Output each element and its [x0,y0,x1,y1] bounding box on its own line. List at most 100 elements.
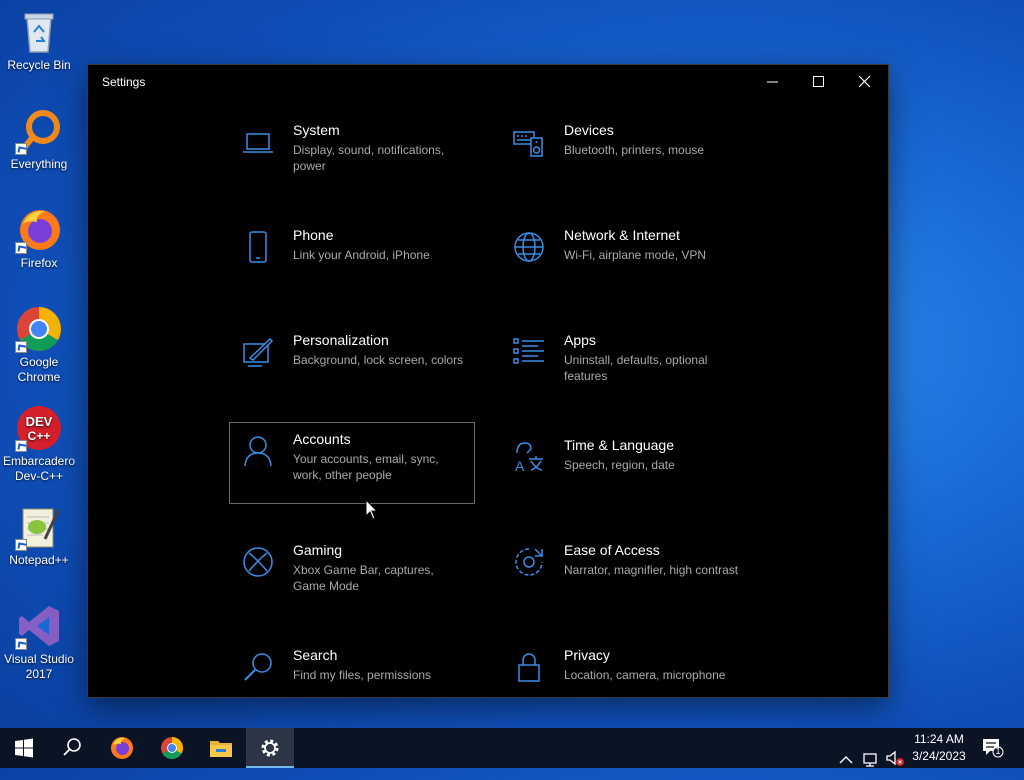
firefox-icon [15,206,63,254]
taskbar-firefox[interactable] [98,728,146,768]
firefox-icon [111,737,133,759]
devcpp-icon: DEV C++ [15,404,63,452]
tile-description: Xbox Game Bar, captures, Game Mode [293,563,434,593]
tile-description: Uninstall, defaults, optional features [564,353,708,383]
settings-tile-accounts[interactable]: Accounts Your accounts, email, sync, wor… [229,422,475,504]
maximize-button[interactable] [796,65,842,99]
taskbar: 11:24 AM 3/24/2023 1 [0,728,1024,768]
desktop-icon-label: Notepad++ [9,553,69,567]
tile-title: Privacy [564,647,610,663]
desktop-icon-chrome[interactable]: Google Chrome [2,305,76,385]
mouse-cursor [365,499,379,520]
recycle-bin-icon [15,8,63,56]
desktop-icon-everything[interactable]: Everything [2,107,76,172]
desktop-icon-label: Embarcadero Dev-C++ [2,454,76,483]
desktop-icon-notepadpp[interactable]: Notepad++ [2,503,76,568]
svg-text:DEV: DEV [26,414,53,429]
tile-description: Wi-Fi, airplane mode, VPN [564,248,707,262]
desktop-icon-visual-studio[interactable]: Visual Studio 2017 [2,602,76,682]
visual-studio-icon [15,602,63,650]
settings-gear-icon [261,739,279,757]
globe-icon [514,232,544,262]
apps-list-icon [513,338,544,364]
tile-title: Phone [293,227,334,243]
desktop-icon-devcpp[interactable]: DEV C++ Embarcadero Dev-C++ [2,404,76,484]
network-icon[interactable] [862,740,880,780]
tile-title: System [293,122,340,138]
taskbar-chrome[interactable] [148,728,196,768]
settings-tile-system[interactable]: System Display, sound, notifications, po… [229,113,475,195]
notepadpp-icon [15,503,63,551]
laptop-icon [243,133,273,153]
settings-tile-ease-of-access[interactable]: Ease of Access Narrator, magnifier, high… [500,533,746,615]
person-icon [244,436,272,467]
xbox-icon [243,547,273,577]
settings-tile-gaming[interactable]: Gaming Xbox Game Bar, captures, Game Mod… [229,533,475,615]
search-icon [244,653,272,681]
taskbar-file-explorer[interactable] [197,728,245,768]
settings-tile-phone[interactable]: Phone Link your Android, iPhone [229,218,475,300]
settings-window: Settings System Display, sound, notifica… [88,65,888,697]
title-bar[interactable]: Settings [88,65,888,99]
desktop-icon-label: Visual Studio 2017 [4,652,74,681]
tile-description: Location, camera, microphone [564,668,726,682]
start-button[interactable] [0,728,48,768]
chrome-icon [15,305,63,353]
search-icon [63,738,81,756]
phone-icon [249,231,267,263]
maximize-icon [813,76,824,87]
close-icon [859,76,871,88]
tile-title: Devices [564,122,614,138]
time-language-icon: A [515,442,543,473]
settings-tile-network[interactable]: Network & Internet Wi-Fi, airplane mode,… [500,218,746,300]
clock-date: 3/24/2023 [912,749,966,763]
tile-description: Background, lock screen, colors [293,353,464,367]
tile-description: Display, sound, notifications, power [293,143,445,173]
settings-tile-privacy[interactable]: Privacy Location, camera, microphone [500,638,746,720]
desktop-icon-recycle-bin[interactable]: Recycle Bin [2,8,76,73]
minimize-icon [767,81,778,83]
tile-title: Ease of Access [564,542,660,558]
tile-title: Search [293,647,338,663]
keyboard-speaker-icon [513,131,543,157]
volume-muted-icon[interactable] [885,739,905,779]
settings-tile-personalization[interactable]: Personalization Background, lock screen,… [229,323,475,405]
file-explorer-icon [210,741,232,757]
lock-icon [518,653,540,682]
tile-description: Speech, region, date [564,458,675,472]
paint-icon [243,337,274,367]
tile-description: Find my files, permissions [293,668,432,682]
taskbar-search-button[interactable] [48,728,96,768]
svg-text:C++: C++ [28,429,51,443]
ease-of-access-icon [515,548,543,576]
settings-tile-time-language[interactable]: A Time & Language Speech, region, date [500,428,746,510]
tile-title: Time & Language [564,437,674,453]
everything-search-icon [15,107,63,155]
close-button[interactable] [842,65,888,99]
desktop-icon-label: Google Chrome [17,355,61,384]
window-title: Settings [102,75,146,89]
tile-title: Gaming [293,542,343,558]
tile-description: Your accounts, email, sync, work, other … [293,452,439,482]
svg-text:A: A [515,458,525,473]
tile-title: Accounts [293,431,351,447]
action-center-button[interactable]: 1 [982,738,1004,758]
tile-title: Personalization [293,332,389,348]
show-hidden-icons-chevron-icon[interactable] [838,740,854,780]
minimize-button[interactable] [750,65,796,99]
chrome-icon [161,737,183,759]
tile-title: Apps [564,332,596,348]
desktop-icon-label: Firefox [20,256,58,270]
start-icon [15,738,33,758]
desktop-icon-firefox[interactable]: Firefox [2,206,76,271]
tile-description: Link your Android, iPhone [293,248,430,262]
tile-description: Narrator, magnifier, high contrast [564,563,739,577]
settings-tile-devices[interactable]: Devices Bluetooth, printers, mouse [500,113,746,195]
desktop-icon-label: Everything [10,157,68,171]
settings-tile-search[interactable]: Search Find my files, permissions [229,638,475,720]
taskbar-settings[interactable] [246,728,294,768]
tile-description: Bluetooth, printers, mouse [564,143,705,157]
desktop-icon-label: Recycle Bin [7,58,71,72]
taskbar-clock[interactable]: 11:24 AM 3/24/2023 [905,731,973,765]
settings-tile-apps[interactable]: Apps Uninstall, defaults, optional featu… [500,323,746,405]
